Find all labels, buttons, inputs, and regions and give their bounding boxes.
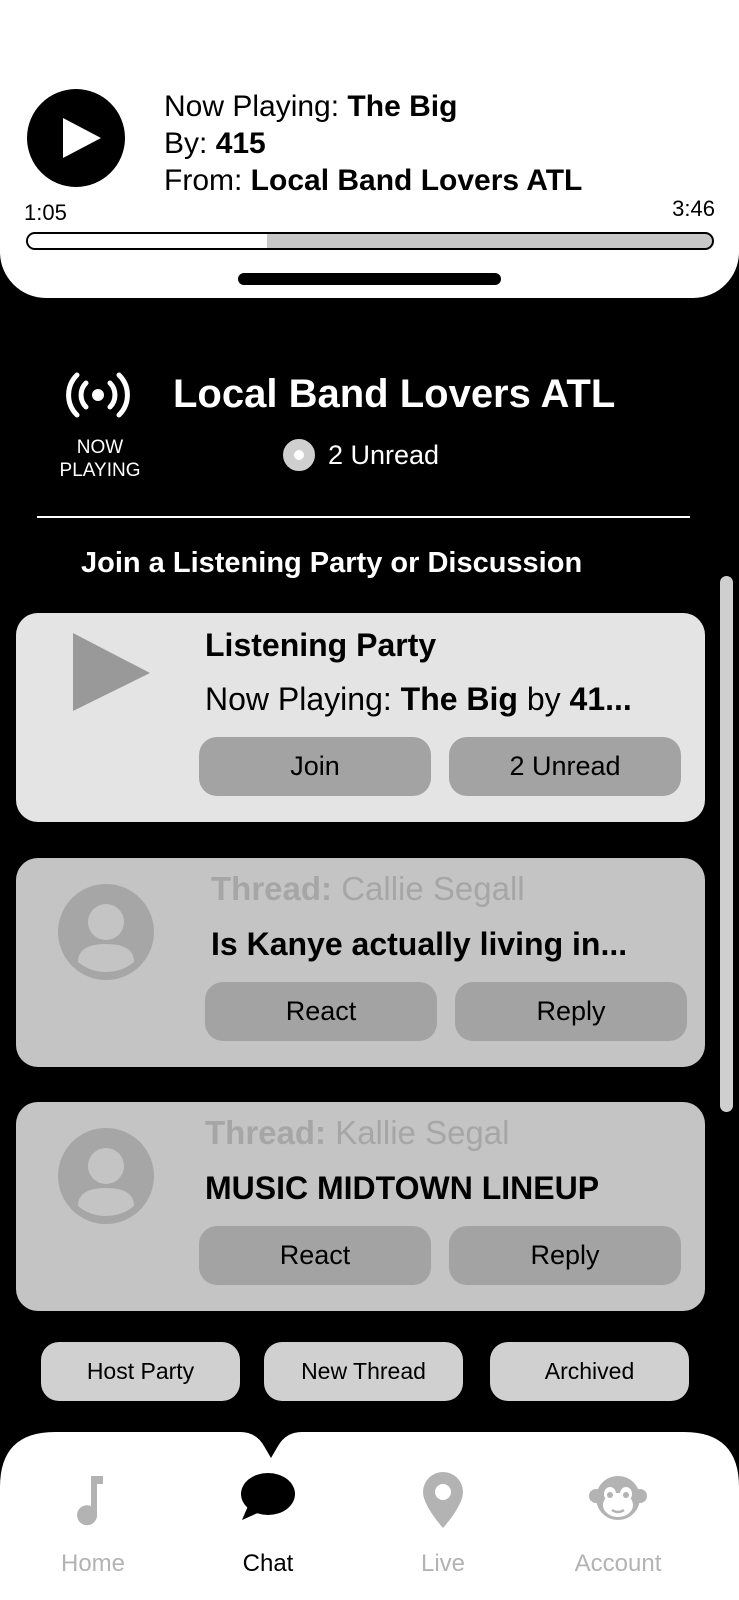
divider [37, 516, 690, 518]
artist-name: 415 [215, 127, 266, 160]
nav-account-label: Account [574, 1550, 662, 1577]
react-button[interactable]: React [199, 1226, 431, 1285]
map-pin-icon [423, 1472, 463, 1528]
total-time: 3:46 [672, 196, 715, 221]
join-button[interactable]: Join [199, 737, 431, 796]
broadcast-icon [66, 372, 130, 418]
thread-card[interactable]: Thread: Kallie Segal MUSIC MIDTOWN LINEU… [16, 1102, 705, 1311]
chat-bubble-icon [241, 1473, 295, 1520]
progress-bar[interactable] [26, 232, 714, 250]
music-note-icon [77, 1476, 103, 1526]
track-title: The Big [347, 90, 458, 123]
panel-drag-handle[interactable] [238, 273, 501, 285]
now-playing-label: Now Playing: [164, 90, 348, 123]
play-icon [73, 633, 150, 711]
scrollbar[interactable] [720, 576, 733, 1112]
unread-indicator-icon [283, 439, 315, 471]
card-title: Listening Party [205, 627, 437, 663]
thread-author: Thread: Callie Segall [211, 870, 525, 907]
avatar-icon [58, 884, 154, 980]
thread-message: Is Kanye actually living in... [211, 926, 628, 962]
unread-count[interactable]: 2 Unread [328, 440, 439, 471]
thread-author: Thread: Kallie Segal [205, 1114, 510, 1151]
source-name: Local Band Lovers ATL [250, 164, 583, 197]
party-unread-button[interactable]: 2 Unread [449, 737, 681, 796]
party-now-playing: Now Playing: The Big by 41... [205, 681, 632, 717]
play-button[interactable] [27, 89, 125, 187]
progress-fill [28, 234, 268, 248]
section-title: Join a Listening Party or Discussion [81, 547, 583, 579]
reply-button[interactable]: Reply [449, 1226, 681, 1285]
listening-party-card[interactable]: Listening Party Now Playing: The Big by … [16, 613, 705, 822]
archived-button[interactable]: Archived [490, 1342, 689, 1401]
now-playing-info: Now Playing: The Big By: 415 From: Local… [164, 88, 582, 199]
active-tab-indicator [265, 1438, 277, 1450]
by-label: By: [164, 127, 216, 160]
react-button[interactable]: React [205, 982, 437, 1041]
current-time: 1:05 [24, 200, 67, 225]
nav-live-label: Live [420, 1550, 466, 1577]
play-icon [63, 118, 101, 158]
avatar-icon [58, 1128, 154, 1224]
from-label: From: [164, 164, 251, 197]
nav-chat-label: Chat [242, 1550, 294, 1577]
channel-title: Local Band Lovers ATL [173, 372, 616, 416]
new-thread-button[interactable]: New Thread [264, 1342, 463, 1401]
now-playing-caption: NOW PLAYING [59, 437, 141, 481]
monkey-icon [589, 1476, 647, 1520]
host-party-button[interactable]: Host Party [41, 1342, 240, 1401]
nav-home-label: Home [60, 1550, 126, 1577]
now-playing-panel: Now Playing: The Big By: 415 From: Local… [0, 0, 739, 298]
reply-button[interactable]: Reply [455, 982, 687, 1041]
thread-card[interactable]: Thread: Callie Segall Is Kanye actually … [16, 858, 705, 1067]
thread-message: MUSIC MIDTOWN LINEUP [205, 1170, 600, 1206]
